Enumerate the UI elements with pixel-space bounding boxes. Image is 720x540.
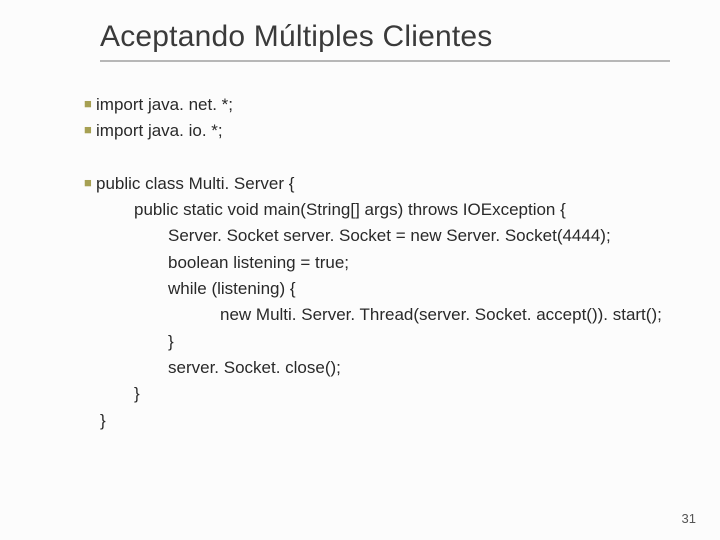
- code-text: while (listening) {: [168, 279, 296, 298]
- code-line: }: [100, 329, 670, 355]
- code-text: public static void main(String[] args) t…: [134, 200, 566, 219]
- code-line: public static void main(String[] args) t…: [100, 197, 670, 223]
- code-text: import java. net. *;: [96, 95, 233, 114]
- slide-title: Aceptando Múltiples Clientes: [100, 20, 670, 62]
- code-text: }: [134, 384, 140, 403]
- code-line: ■import java. net. *;: [100, 92, 670, 118]
- code-line: Server. Socket server. Socket = new Serv…: [100, 223, 670, 249]
- code-line: server. Socket. close();: [100, 355, 670, 381]
- code-text: boolean listening = true;: [168, 253, 349, 272]
- blank-line: [100, 145, 670, 171]
- code-line: boolean listening = true;: [100, 250, 670, 276]
- code-text: }: [168, 332, 174, 351]
- code-text: import java. io. *;: [96, 121, 223, 140]
- bullet-icon: ■: [84, 173, 96, 193]
- code-line: ■import java. io. *;: [100, 118, 670, 144]
- code-line: }: [100, 408, 670, 434]
- page-number: 31: [682, 511, 696, 526]
- slide: Aceptando Múltiples Clientes ■import jav…: [0, 0, 720, 540]
- code-block: ■import java. net. *; ■import java. io. …: [100, 92, 670, 434]
- code-line: ■public class Multi. Server {: [100, 171, 670, 197]
- code-text: new Multi. Server. Thread(server. Socket…: [220, 305, 662, 324]
- code-text: server. Socket. close();: [168, 358, 341, 377]
- code-line: while (listening) {: [100, 276, 670, 302]
- code-line: }: [100, 381, 670, 407]
- code-text: public class Multi. Server {: [96, 174, 294, 193]
- bullet-icon: ■: [84, 94, 96, 114]
- code-text: Server. Socket server. Socket = new Serv…: [168, 226, 611, 245]
- code-line: new Multi. Server. Thread(server. Socket…: [100, 302, 670, 328]
- code-text: }: [100, 411, 106, 430]
- bullet-icon: ■: [84, 120, 96, 140]
